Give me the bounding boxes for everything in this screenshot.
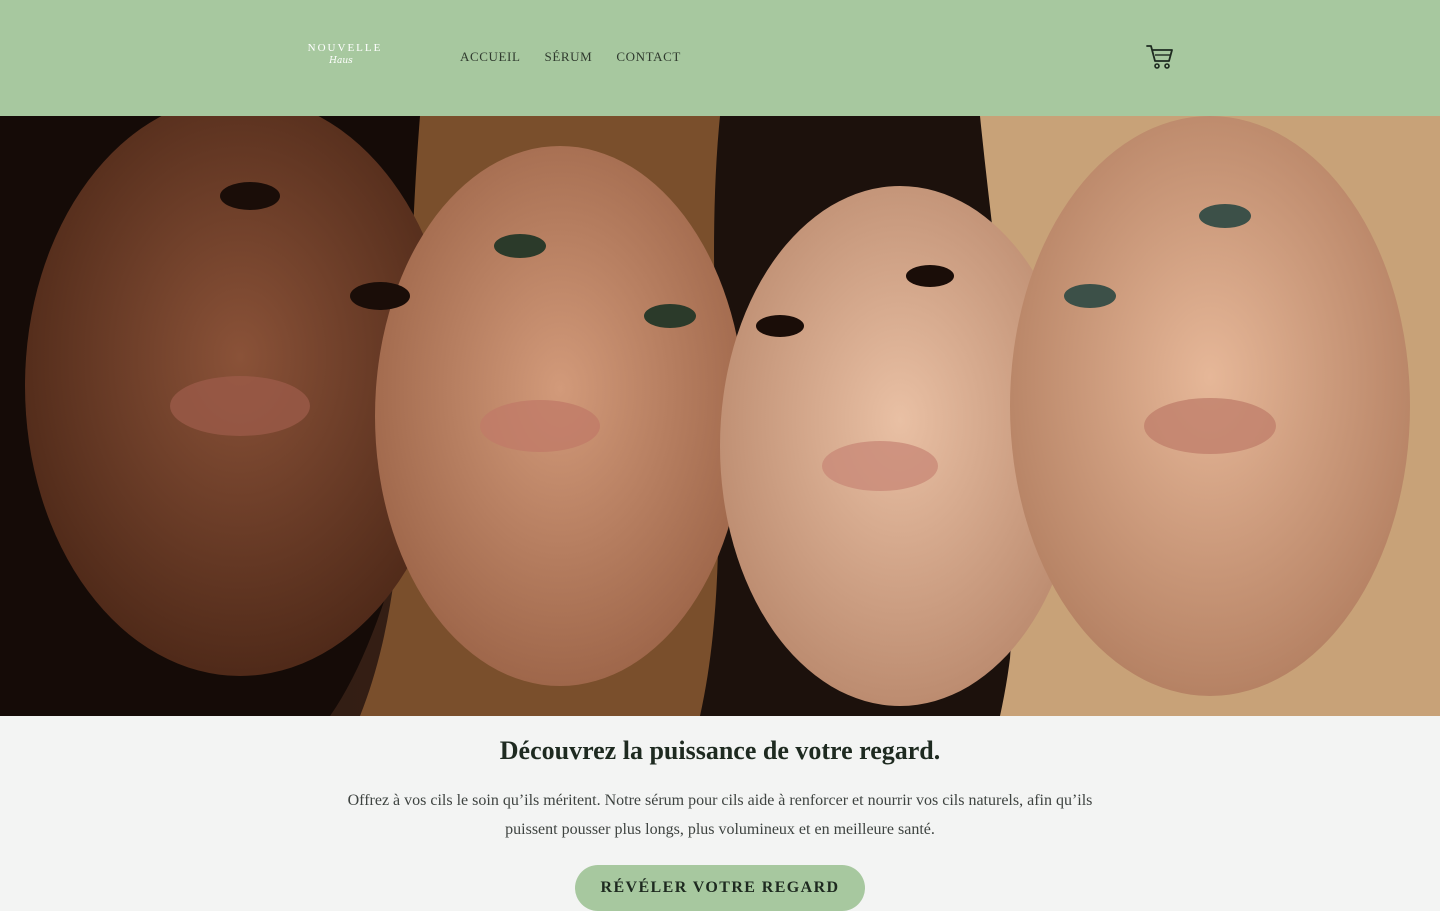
site-header: NOUVELLE Haus ACCUEIL SÉRUM CONTACT bbox=[0, 0, 1440, 116]
nav-link-serum[interactable]: SÉRUM bbox=[545, 49, 593, 65]
main-nav: ACCUEIL SÉRUM CONTACT bbox=[460, 49, 681, 65]
section-headline: Découvrez la puissance de votre regard. bbox=[499, 736, 941, 765]
hero-image bbox=[0, 116, 1440, 716]
cart-button[interactable] bbox=[1146, 44, 1174, 70]
nav-link-accueil[interactable]: ACCUEIL bbox=[460, 49, 521, 65]
reveal-look-button[interactable]: RÉVÉLER VOTRE REGARD bbox=[575, 865, 865, 911]
brand-logo-script: Haus bbox=[329, 56, 353, 66]
nav-link-contact[interactable]: CONTACT bbox=[616, 49, 681, 65]
brand-logo[interactable]: NOUVELLE Haus bbox=[300, 42, 390, 67]
shopping-cart-icon bbox=[1146, 45, 1173, 69]
section-description: Offrez à vos cils le soin qu’ils mériten… bbox=[347, 792, 1093, 838]
brand-logo-wordmark: NOUVELLE bbox=[307, 42, 383, 54]
hero-photo bbox=[0, 116, 1440, 716]
intro-section: Découvrez la puissance de votre regard. … bbox=[0, 716, 1440, 911]
